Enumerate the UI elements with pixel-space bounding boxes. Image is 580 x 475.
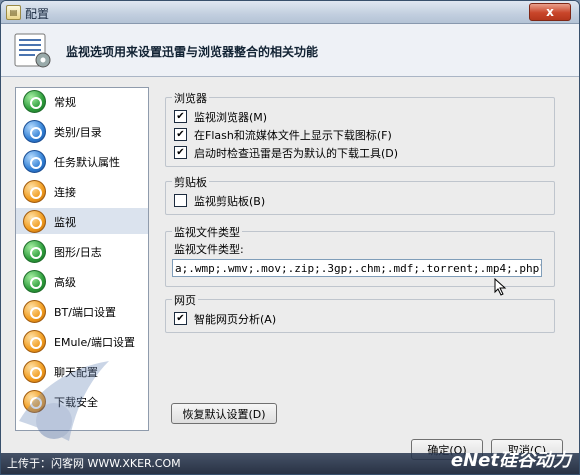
nav-item-monitor[interactable]: 监视 bbox=[16, 208, 148, 234]
nav-item-task-default[interactable]: 任务默认属性 bbox=[16, 148, 148, 174]
bt-port-icon bbox=[23, 300, 46, 323]
app-icon: ▤ bbox=[6, 5, 21, 20]
watermark-bar: 上传于：闪客网 WWW.XKER.COM eNet硅谷动力 bbox=[1, 450, 579, 474]
nav-item-advanced[interactable]: 高级 bbox=[16, 268, 148, 294]
checkbox-label: 智能网页分析(A) bbox=[194, 313, 277, 326]
settings-banner-icon bbox=[14, 33, 51, 68]
general-icon bbox=[23, 90, 46, 113]
checkbox-box[interactable]: ✔ bbox=[174, 146, 187, 159]
checkbox-label: 监视剪贴板(B) bbox=[194, 195, 266, 208]
watermark-left-text: 上传于：闪客网 WWW.XKER.COM bbox=[7, 457, 181, 470]
nav-label: 连接 bbox=[54, 186, 76, 199]
watermark-wing-icon bbox=[19, 361, 109, 441]
banner-description: 监视选项用来设置迅雷与浏览器整合的相关功能 bbox=[66, 45, 319, 59]
checkbox-box[interactable]: ✔ bbox=[174, 312, 187, 325]
task-default-icon bbox=[23, 150, 46, 173]
graph-log-icon bbox=[23, 240, 46, 263]
category-icon bbox=[23, 120, 46, 143]
header-banner: 监视选项用来设置迅雷与浏览器整合的相关功能 bbox=[1, 24, 579, 77]
nav-label: 常规 bbox=[54, 96, 76, 109]
nav-label: BT/端口设置 bbox=[54, 306, 116, 319]
emule-port-icon bbox=[23, 330, 46, 353]
close-button[interactable]: x bbox=[529, 3, 571, 21]
nav-label: 高级 bbox=[54, 276, 76, 289]
browser-group: 浏览器 ✔ 监视浏览器(M) ✔ 在Flash和流媒体文件上显示下载图标(F) … bbox=[165, 90, 555, 167]
clipboard-group: 剪贴板 监视剪贴板(B) bbox=[165, 174, 555, 215]
monitor-icon bbox=[23, 210, 46, 233]
checkbox-box[interactable]: ✔ bbox=[174, 110, 187, 123]
restore-defaults-button[interactable]: 恢复默认设置(D) bbox=[171, 403, 277, 424]
mouse-cursor-icon bbox=[494, 278, 507, 296]
checkbox-box[interactable]: ✔ bbox=[174, 128, 187, 141]
nav-item-general[interactable]: 常规 bbox=[16, 88, 148, 114]
title-bar[interactable]: ▤ 配置 x bbox=[1, 1, 579, 24]
group-title: 监视文件类型 bbox=[172, 224, 242, 240]
checkbox-label: 启动时检查迅雷是否为默认的下载工具(D) bbox=[194, 147, 399, 160]
nav-label: 类别/目录 bbox=[54, 126, 102, 139]
watermark-right-text: eNet硅谷动力 bbox=[450, 450, 571, 471]
connection-icon bbox=[23, 180, 46, 203]
filetype-input[interactable]: a;.wmp;.wmv;.mov;.zip;.3gp;.chm;.mdf;.to… bbox=[172, 259, 542, 277]
filetype-label: 监视文件类型: bbox=[174, 243, 244, 256]
nav-item-category[interactable]: 类别/目录 bbox=[16, 118, 148, 144]
config-window: ▤ 配置 x 监视选项用来设置迅雷与浏览器整合的相关功能 常规 类别/目录 任务… bbox=[0, 0, 580, 475]
nav-item-connection[interactable]: 连接 bbox=[16, 178, 148, 204]
window-title: 配置 bbox=[25, 7, 50, 21]
nav-item-graph-log[interactable]: 图形/日志 bbox=[16, 238, 148, 264]
web-group: 网页 ✔ 智能网页分析(A) bbox=[165, 292, 555, 333]
advanced-icon bbox=[23, 270, 46, 293]
nav-label: 监视 bbox=[54, 216, 76, 229]
checkbox-label: 在Flash和流媒体文件上显示下载图标(F) bbox=[194, 129, 392, 142]
nav-label: EMule/端口设置 bbox=[54, 336, 135, 349]
checkbox-box[interactable] bbox=[174, 194, 187, 207]
checkbox-label: 监视浏览器(M) bbox=[194, 111, 268, 124]
nav-item-bt-port[interactable]: BT/端口设置 bbox=[16, 298, 148, 324]
group-title: 网页 bbox=[172, 292, 198, 308]
group-title: 剪贴板 bbox=[172, 174, 209, 190]
nav-label: 图形/日志 bbox=[54, 246, 102, 259]
group-title: 浏览器 bbox=[172, 90, 209, 106]
nav-label: 任务默认属性 bbox=[54, 156, 120, 169]
